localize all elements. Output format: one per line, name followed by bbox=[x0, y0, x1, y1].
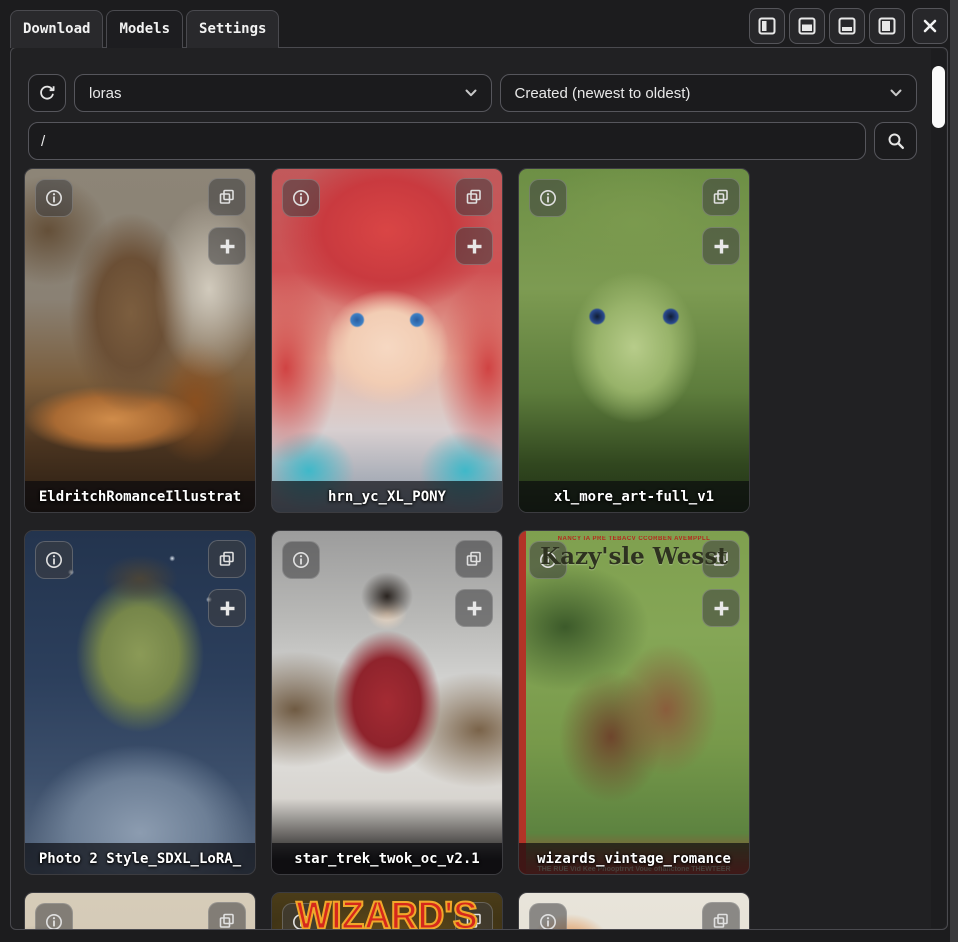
split-right-icon bbox=[878, 17, 896, 35]
info-button[interactable] bbox=[35, 903, 73, 930]
plus-icon bbox=[218, 237, 237, 256]
split-top-button[interactable] bbox=[789, 8, 825, 44]
plus-icon bbox=[712, 599, 731, 618]
model-name: star_trek_twok_oc_v2.1 bbox=[272, 843, 502, 874]
model-name: Photo 2 Style_SDXL_LoRA_ bbox=[25, 843, 255, 874]
models-panel: loras Created (newest to oldest) Eld bbox=[10, 47, 948, 930]
tab-download[interactable]: Download bbox=[10, 10, 103, 48]
search-icon bbox=[886, 131, 906, 151]
copy-button[interactable] bbox=[455, 540, 493, 578]
filter-toolbar: loras Created (newest to oldest) bbox=[28, 74, 917, 112]
model-card[interactable]: Photo 2 Style_SDXL_LoRA_ bbox=[24, 530, 256, 875]
copy-button[interactable] bbox=[702, 902, 740, 930]
info-button[interactable] bbox=[529, 179, 567, 217]
info-icon bbox=[44, 550, 64, 570]
model-image bbox=[272, 531, 502, 874]
info-button[interactable] bbox=[35, 541, 73, 579]
copy-button[interactable] bbox=[702, 178, 740, 216]
info-button[interactable] bbox=[35, 179, 73, 217]
model-type-select[interactable]: loras bbox=[74, 74, 492, 112]
copy-icon bbox=[464, 549, 484, 569]
search-toolbar bbox=[28, 122, 917, 160]
add-button[interactable] bbox=[208, 589, 246, 627]
copy-button[interactable] bbox=[208, 902, 246, 930]
split-right-button[interactable] bbox=[869, 8, 905, 44]
copy-icon bbox=[217, 187, 237, 207]
close-icon bbox=[922, 18, 938, 34]
model-card[interactable]: xl_more_art-full_v1 bbox=[518, 168, 750, 513]
cover-title-text: Kazy'sle Wesst bbox=[519, 543, 749, 570]
tab-settings[interactable]: Settings bbox=[186, 10, 279, 48]
copy-button[interactable] bbox=[208, 540, 246, 578]
info-icon bbox=[44, 188, 64, 208]
split-left-icon bbox=[758, 17, 776, 35]
model-image bbox=[272, 169, 502, 512]
add-button[interactable] bbox=[702, 589, 740, 627]
model-image bbox=[519, 169, 749, 512]
model-image bbox=[25, 531, 255, 874]
plus-icon bbox=[465, 599, 484, 618]
add-button[interactable] bbox=[208, 227, 246, 265]
copy-icon bbox=[217, 911, 237, 930]
sort-order-value: Created (newest to oldest) bbox=[515, 85, 691, 102]
info-button[interactable] bbox=[282, 541, 320, 579]
tab-bar: Download Models Settings bbox=[0, 0, 958, 47]
info-button[interactable] bbox=[529, 903, 567, 930]
model-image bbox=[25, 169, 255, 512]
add-button[interactable] bbox=[455, 227, 493, 265]
split-bottom-icon bbox=[838, 17, 856, 35]
model-name: xl_more_art-full_v1 bbox=[519, 481, 749, 512]
model-name: wizards_vintage_romance bbox=[519, 843, 749, 874]
model-card[interactable]: star_trek_twok_oc_v2.1 bbox=[271, 530, 503, 875]
refresh-icon bbox=[37, 83, 57, 103]
info-icon bbox=[44, 912, 64, 930]
info-icon bbox=[291, 550, 311, 570]
copy-button[interactable] bbox=[455, 178, 493, 216]
scrollbar[interactable] bbox=[931, 49, 946, 928]
search-input[interactable] bbox=[28, 122, 866, 160]
model-card[interactable]: WIZARD'S bbox=[271, 892, 503, 930]
model-name: hrn_yc_XL_PONY bbox=[272, 481, 502, 512]
cover-title-text: WIZARD'S bbox=[272, 894, 502, 930]
info-button[interactable] bbox=[282, 179, 320, 217]
info-icon bbox=[538, 188, 558, 208]
window-controls bbox=[749, 8, 948, 47]
scrollbar-thumb[interactable] bbox=[932, 66, 945, 128]
chevron-down-icon bbox=[465, 89, 477, 97]
model-type-value: loras bbox=[89, 85, 122, 102]
copy-icon bbox=[464, 187, 484, 207]
close-button[interactable] bbox=[912, 8, 948, 44]
model-card[interactable]: NANCY IA PRE TEBACV CCORBEN AVEMPPLL Kaz… bbox=[518, 530, 750, 875]
model-card[interactable]: EldritchRomanceIllustrat bbox=[24, 168, 256, 513]
split-left-button[interactable] bbox=[749, 8, 785, 44]
split-bottom-button[interactable] bbox=[829, 8, 865, 44]
tab-models[interactable]: Models bbox=[106, 10, 183, 48]
model-card-grid: EldritchRomanceIllustrat hrn_yc_XL_PONY bbox=[24, 168, 750, 930]
copy-icon bbox=[711, 911, 731, 930]
model-card[interactable]: hrn_yc_XL_PONY bbox=[271, 168, 503, 513]
refresh-button[interactable] bbox=[28, 74, 66, 112]
window-right-edge bbox=[950, 0, 958, 942]
info-icon bbox=[291, 188, 311, 208]
model-name: EldritchRomanceIllustrat bbox=[25, 481, 255, 512]
add-button[interactable] bbox=[702, 227, 740, 265]
model-card[interactable] bbox=[24, 892, 256, 930]
split-top-icon bbox=[798, 17, 816, 35]
chevron-down-icon bbox=[890, 89, 902, 97]
model-card[interactable] bbox=[518, 892, 750, 930]
cover-top-text: NANCY IA PRE TEBACV CCORBEN AVEMPPLL bbox=[529, 536, 739, 542]
copy-icon bbox=[217, 549, 237, 569]
search-button[interactable] bbox=[874, 122, 917, 160]
plus-icon bbox=[218, 599, 237, 618]
add-button[interactable] bbox=[455, 589, 493, 627]
plus-icon bbox=[712, 237, 731, 256]
copy-icon bbox=[711, 187, 731, 207]
model-image: NANCY IA PRE TEBACV CCORBEN AVEMPPLL Kaz… bbox=[519, 531, 749, 874]
sort-order-select[interactable]: Created (newest to oldest) bbox=[500, 74, 918, 112]
copy-button[interactable] bbox=[208, 178, 246, 216]
info-icon bbox=[538, 912, 558, 930]
plus-icon bbox=[465, 237, 484, 256]
model-image: WIZARD'S bbox=[272, 893, 502, 930]
